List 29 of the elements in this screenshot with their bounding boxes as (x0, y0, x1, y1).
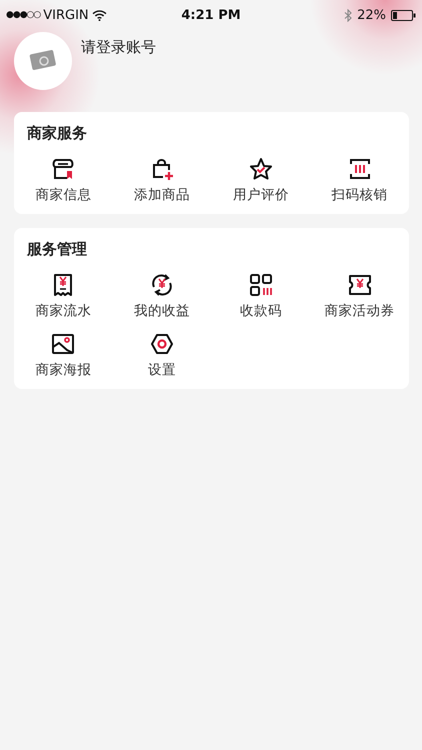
ticket-icon (348, 273, 372, 297)
clock-time: 4:21 PM (181, 8, 241, 22)
image-icon (51, 332, 76, 356)
menu-item-label[interactable]: 商家海报 (35, 361, 92, 379)
menu-item-label[interactable]: 我的收益 (134, 302, 190, 320)
store-icon (51, 157, 76, 181)
settings-icon (150, 332, 174, 356)
section-title: 商家服务 (26, 124, 88, 143)
star-check-icon (248, 157, 273, 181)
qr-code-icon (248, 273, 273, 297)
section-title: 服务管理 (26, 240, 88, 259)
menu-item-label[interactable]: 扫码核销 (332, 186, 388, 204)
login-prompt[interactable]: 请登录账号 (81, 38, 156, 57)
menu-item-label[interactable]: 商家活动券 (324, 302, 395, 320)
menu-item-label[interactable]: 用户评价 (232, 186, 289, 204)
menu-item-label[interactable]: 添加商品 (134, 186, 190, 204)
carrier-name: VIRGIN (43, 8, 89, 22)
menu-item-label[interactable]: 商家流水 (35, 302, 92, 320)
shopping-bag-plus-icon (150, 157, 174, 181)
menu-item-label[interactable]: 收款码 (240, 302, 282, 320)
menu-item-label[interactable]: 商家信息 (35, 186, 92, 204)
signal-strength: ●●●○○ (6, 10, 40, 20)
battery-percentage: 22% (357, 8, 386, 22)
battery-icon (391, 10, 416, 20)
menu-item-label[interactable]: 设置 (148, 361, 176, 379)
bluetooth-icon (344, 8, 352, 22)
scan-icon (348, 157, 372, 181)
currency-refresh-icon (150, 273, 174, 297)
wifi-icon (92, 10, 107, 20)
